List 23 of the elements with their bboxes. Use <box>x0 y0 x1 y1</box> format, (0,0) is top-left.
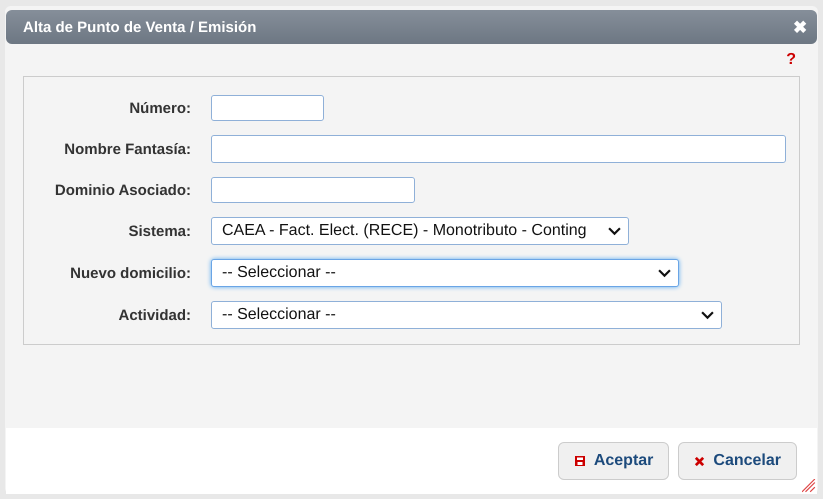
close-icon <box>694 456 706 466</box>
field-label: Nuevo domicilio: <box>69 264 191 282</box>
field-label: Nombre Fantasía: <box>63 140 191 158</box>
close-button[interactable]: ✖ <box>793 16 807 38</box>
dialog-title: Alta de Punto de Venta / Emisión <box>23 18 256 36</box>
accept-button[interactable]: Aceptar <box>558 442 670 480</box>
chevron-down-icon <box>701 310 714 320</box>
select-field[interactable]: -- Seleccionar -- <box>211 301 722 329</box>
input-field[interactable] <box>211 135 786 163</box>
save-icon <box>574 455 586 467</box>
input-field[interactable] <box>211 95 324 121</box>
chevron-down-icon <box>608 226 621 236</box>
input-field[interactable] <box>211 177 415 203</box>
field-label: Dominio Asociado: <box>54 182 191 198</box>
resize-grip-icon <box>802 479 816 493</box>
cancel-button[interactable]: Cancelar <box>678 442 797 480</box>
select-field[interactable]: -- Seleccionar -- <box>211 259 679 287</box>
help-link[interactable]: ? <box>786 51 796 69</box>
select-field[interactable]: CAEA - Fact. Elect. (RECE) - Monotributo - Conting <box>211 217 629 245</box>
field-label: Actividad: <box>117 306 191 324</box>
field-label: Número: <box>128 100 191 116</box>
chevron-down-icon <box>658 268 671 278</box>
field-label: Sistema: <box>127 222 191 240</box>
